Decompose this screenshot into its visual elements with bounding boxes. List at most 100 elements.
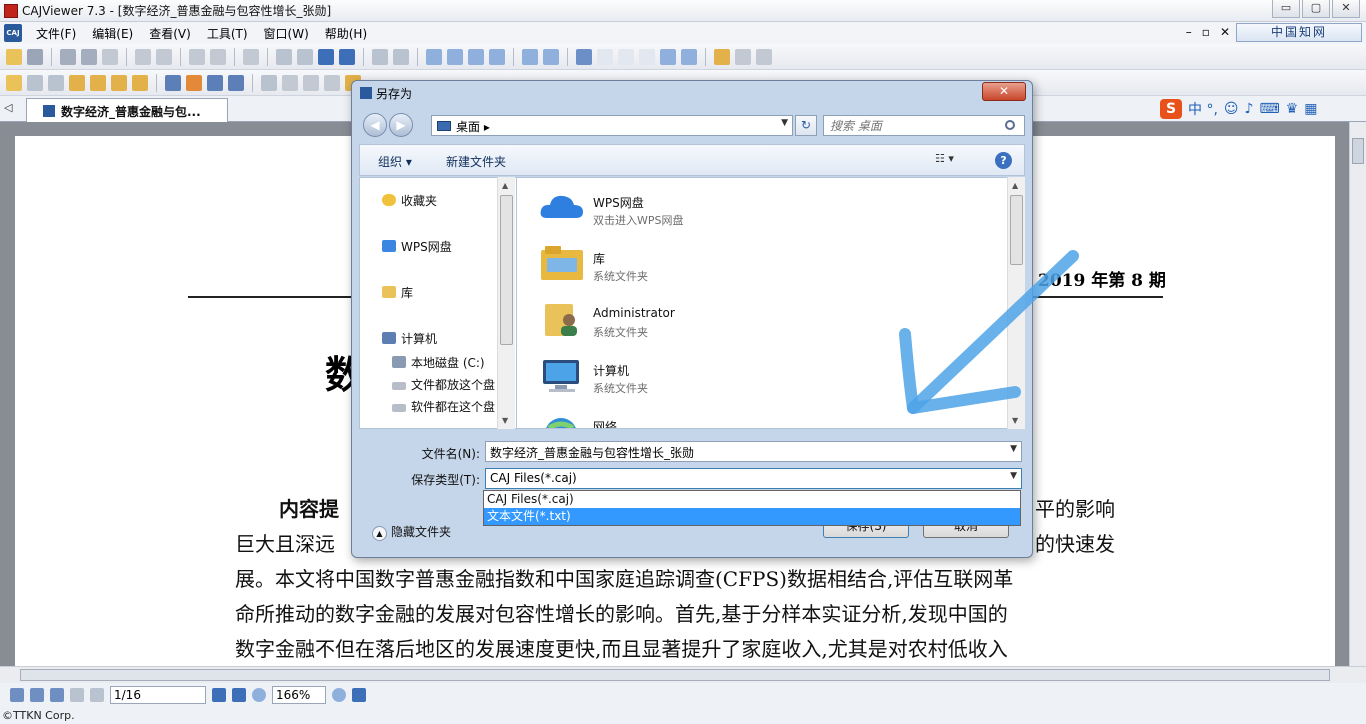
new-folder-button[interactable]: 新建文件夹 (446, 153, 506, 170)
highlighter-icon[interactable] (186, 74, 202, 91)
navigate-up-icon[interactable] (352, 688, 366, 702)
hide-folders-toggle[interactable]: ▲ 隐藏文件夹 (372, 523, 451, 541)
scroll-down-icon[interactable]: ▼ (502, 416, 508, 425)
fullscreen-icon[interactable] (576, 48, 592, 65)
doc-restore-button[interactable]: ▫ (1202, 25, 1210, 39)
doc-close-button[interactable]: ✕ (1220, 25, 1230, 39)
dialog-close-button[interactable]: ✕ (982, 82, 1026, 101)
zoom-in-status-icon[interactable] (332, 688, 346, 702)
nav-wps-drive[interactable]: WPS网盘 (382, 238, 452, 255)
music-icon[interactable] (324, 74, 340, 91)
save-type-dropdown-icon[interactable]: ▼ (1010, 471, 1017, 481)
close-window-button[interactable]: ✕ (1332, 0, 1360, 18)
settings-icon[interactable] (303, 74, 319, 91)
keyboard-icon[interactable]: ⌨ (1259, 101, 1279, 117)
navigation-pane-scrollbar[interactable]: ▲ ▼ (497, 177, 515, 429)
image-select-icon[interactable] (69, 74, 85, 91)
print-preview-icon[interactable] (81, 48, 97, 65)
nav-drive-d[interactable]: 文件都放这个盘 (392, 376, 495, 393)
list-item[interactable]: WPS网盘 双击进入WPS网盘 (539, 184, 739, 234)
horizontal-scroll-thumb[interactable] (20, 669, 1330, 681)
menu-help[interactable]: 帮助(H) (317, 25, 375, 42)
search-icon[interactable] (1005, 120, 1015, 130)
copy-icon[interactable] (135, 48, 151, 65)
zoom-input[interactable] (272, 686, 326, 704)
fit-width-icon[interactable] (639, 48, 655, 65)
continuous-icon[interactable] (447, 48, 463, 65)
save-type-select[interactable]: CAJ Files(*.caj) ▼ (485, 468, 1022, 489)
filename-dropdown-icon[interactable]: ▼ (1010, 444, 1017, 454)
zoom-in-icon[interactable] (681, 48, 697, 65)
forward-icon[interactable] (393, 48, 409, 65)
paste-icon[interactable] (156, 48, 172, 65)
list-item[interactable]: Administrator 系统文件夹 (539, 296, 739, 346)
prev-page-status-icon[interactable] (90, 688, 104, 702)
vertical-scrollbar[interactable] (1349, 122, 1366, 666)
minimize-button[interactable]: ▭ (1272, 0, 1300, 18)
ellipse-tool-icon[interactable] (228, 74, 244, 91)
restore-button[interactable]: ▢ (1302, 0, 1330, 18)
rectangle-tool-icon[interactable] (207, 74, 223, 91)
scroll-down-icon[interactable]: ▼ (1012, 416, 1018, 425)
line-tool-icon[interactable] (165, 74, 181, 91)
list-item[interactable]: 计算机 系统文件夹 (539, 352, 739, 402)
list-item[interactable]: 网络 (539, 408, 739, 428)
first-page-status-icon[interactable] (70, 688, 84, 702)
book-icon[interactable] (489, 48, 505, 65)
filename-input[interactable]: 数字经济_普惠金融与包容性增长_张勋 ▼ (485, 441, 1022, 462)
doc-minimize-button[interactable]: – (1186, 25, 1192, 39)
next-page-icon[interactable] (318, 48, 334, 65)
last-page-status-icon[interactable] (232, 688, 246, 702)
facing-icon[interactable] (468, 48, 484, 65)
menu-file[interactable]: 文件(F) (28, 25, 84, 42)
nav-drive-e[interactable]: 软件都在这个盘 (392, 398, 495, 415)
organize-button[interactable]: 组织 ▾ (378, 153, 412, 170)
single-page-icon[interactable] (426, 48, 442, 65)
refresh-button[interactable]: ↻ (795, 115, 817, 136)
address-dropdown-icon[interactable]: ▼ (781, 118, 788, 128)
cnki-button[interactable]: 中国知网 (1236, 23, 1362, 42)
search-input[interactable] (823, 115, 1025, 136)
undo-icon[interactable] (189, 48, 205, 65)
find-previous-icon[interactable] (735, 48, 751, 65)
print-icon[interactable] (60, 48, 76, 65)
horizontal-scrollbar[interactable] (0, 666, 1366, 683)
snapshot-icon[interactable] (111, 74, 127, 91)
layout-icon[interactable] (522, 48, 538, 65)
zoom-out-status-icon[interactable] (252, 688, 266, 702)
address-separator[interactable]: ▸ (484, 120, 490, 134)
grid-view-icon[interactable] (50, 688, 64, 702)
rotate-icon[interactable] (243, 48, 259, 65)
list-item[interactable]: 库 系统文件夹 (539, 240, 739, 290)
find-icon[interactable] (714, 48, 730, 65)
vertical-scroll-thumb[interactable] (1352, 138, 1364, 164)
find-next-icon[interactable] (756, 48, 772, 65)
menu-view[interactable]: 查看(V) (141, 25, 199, 42)
nav-drive-c[interactable]: 本地磁盘 (C:) (392, 354, 485, 371)
select-arrow-icon[interactable] (27, 74, 43, 91)
outline-view-icon[interactable] (30, 688, 44, 702)
skin-icon[interactable]: ♛ (1286, 101, 1299, 117)
emoji-icon[interactable]: ☺ (1224, 101, 1239, 117)
rotate-view-icon[interactable] (543, 48, 559, 65)
menu-window[interactable]: 窗口(W) (256, 25, 317, 42)
file-list-scroll-thumb[interactable] (1010, 195, 1023, 265)
first-page-icon[interactable] (276, 48, 292, 65)
save-type-option-caj[interactable]: CAJ Files(*.caj) (484, 491, 1020, 508)
file-list-scrollbar[interactable]: ▲ ▼ (1007, 177, 1025, 429)
eraser-icon[interactable] (261, 74, 277, 91)
back-icon[interactable] (372, 48, 388, 65)
back-button[interactable]: ◀ (363, 113, 387, 137)
address-bar[interactable]: 桌面 ▸ ▼ (431, 115, 793, 136)
forward-button[interactable]: ▶ (389, 113, 413, 137)
sogou-ime-icon[interactable]: S (1160, 99, 1182, 119)
save-icon[interactable] (27, 48, 43, 65)
hand-tool-icon[interactable] (6, 74, 22, 91)
menu-edit[interactable]: 编辑(E) (84, 25, 141, 42)
print-setup-icon[interactable] (102, 48, 118, 65)
help-button[interactable]: ? (995, 152, 1012, 169)
toolbox-icon[interactable]: ▦ (1304, 101, 1317, 117)
page-number-input[interactable] (110, 686, 206, 704)
ime-mode-label[interactable]: 中 °, (1188, 99, 1218, 119)
bookmark-icon[interactable] (132, 74, 148, 91)
